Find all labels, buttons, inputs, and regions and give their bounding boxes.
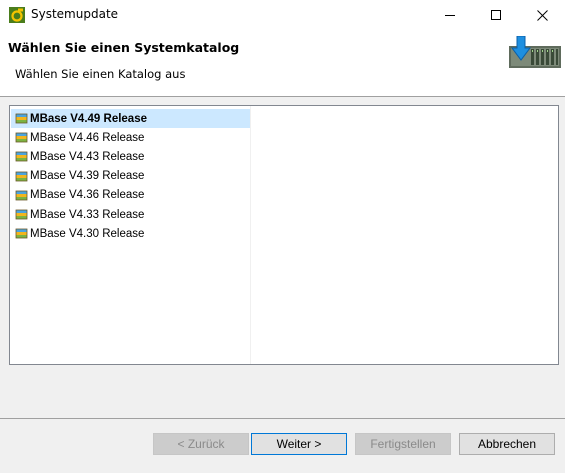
catalog-icon (15, 189, 28, 202)
next-button[interactable]: Weiter > (251, 433, 347, 455)
window-title: Systemupdate (31, 7, 119, 21)
download-rack-icon (509, 35, 561, 72)
footer-separator (0, 418, 565, 419)
catalog-item[interactable]: MBase V4.49 Release (11, 109, 250, 128)
catalog-icon (15, 131, 28, 144)
close-icon (536, 9, 548, 21)
close-button[interactable] (519, 0, 565, 30)
maximize-icon (491, 10, 501, 20)
catalog-item-label: MBase V4.33 Release (30, 208, 145, 221)
finish-button[interactable]: Fertigstellen (355, 433, 451, 455)
catalog-list-column: MBase V4.49 Release MBase V4.46 Release MB… (10, 106, 251, 364)
catalog-item[interactable]: MBase V4.43 Release (11, 147, 250, 166)
minimize-icon (445, 15, 455, 16)
cancel-button[interactable]: Abbrechen (459, 433, 555, 455)
catalog-icon (15, 150, 28, 163)
title-bar: Systemupdate (0, 0, 565, 30)
catalog-icon (15, 112, 28, 125)
catalog-item[interactable]: MBase V4.33 Release (11, 205, 250, 224)
wizard-header: Wählen Sie einen Systemkatalog Wählen Si… (0, 30, 565, 96)
catalog-item[interactable]: MBase V4.36 Release (11, 186, 250, 205)
page-title: Wählen Sie einen Systemkatalog (8, 40, 240, 55)
catalog-item-label: MBase V4.39 Release (30, 170, 145, 183)
maximize-button[interactable] (473, 0, 519, 30)
catalog-icon (15, 208, 28, 221)
catalog-item-label: MBase V4.30 Release (30, 227, 145, 240)
app-icon (9, 7, 25, 23)
minimize-button[interactable] (427, 0, 473, 30)
catalog-item-label: MBase V4.43 Release (30, 150, 145, 163)
header-separator (0, 96, 565, 97)
catalog-icon (15, 170, 28, 183)
catalog-item[interactable]: MBase V4.39 Release (11, 167, 250, 186)
back-button[interactable]: < Zurück (153, 433, 249, 455)
catalog-item[interactable]: MBase V4.46 Release (11, 128, 250, 147)
catalog-item[interactable]: MBase V4.30 Release (11, 224, 250, 243)
catalog-list[interactable]: MBase V4.49 Release MBase V4.46 Release MB… (9, 105, 559, 365)
catalog-item-label: MBase V4.46 Release (30, 131, 145, 144)
page-subtitle: Wählen Sie einen Katalog aus (15, 67, 186, 81)
catalog-item-label: MBase V4.36 Release (30, 189, 145, 202)
catalog-item-label: MBase V4.49 Release (30, 112, 147, 125)
catalog-icon (15, 227, 28, 240)
